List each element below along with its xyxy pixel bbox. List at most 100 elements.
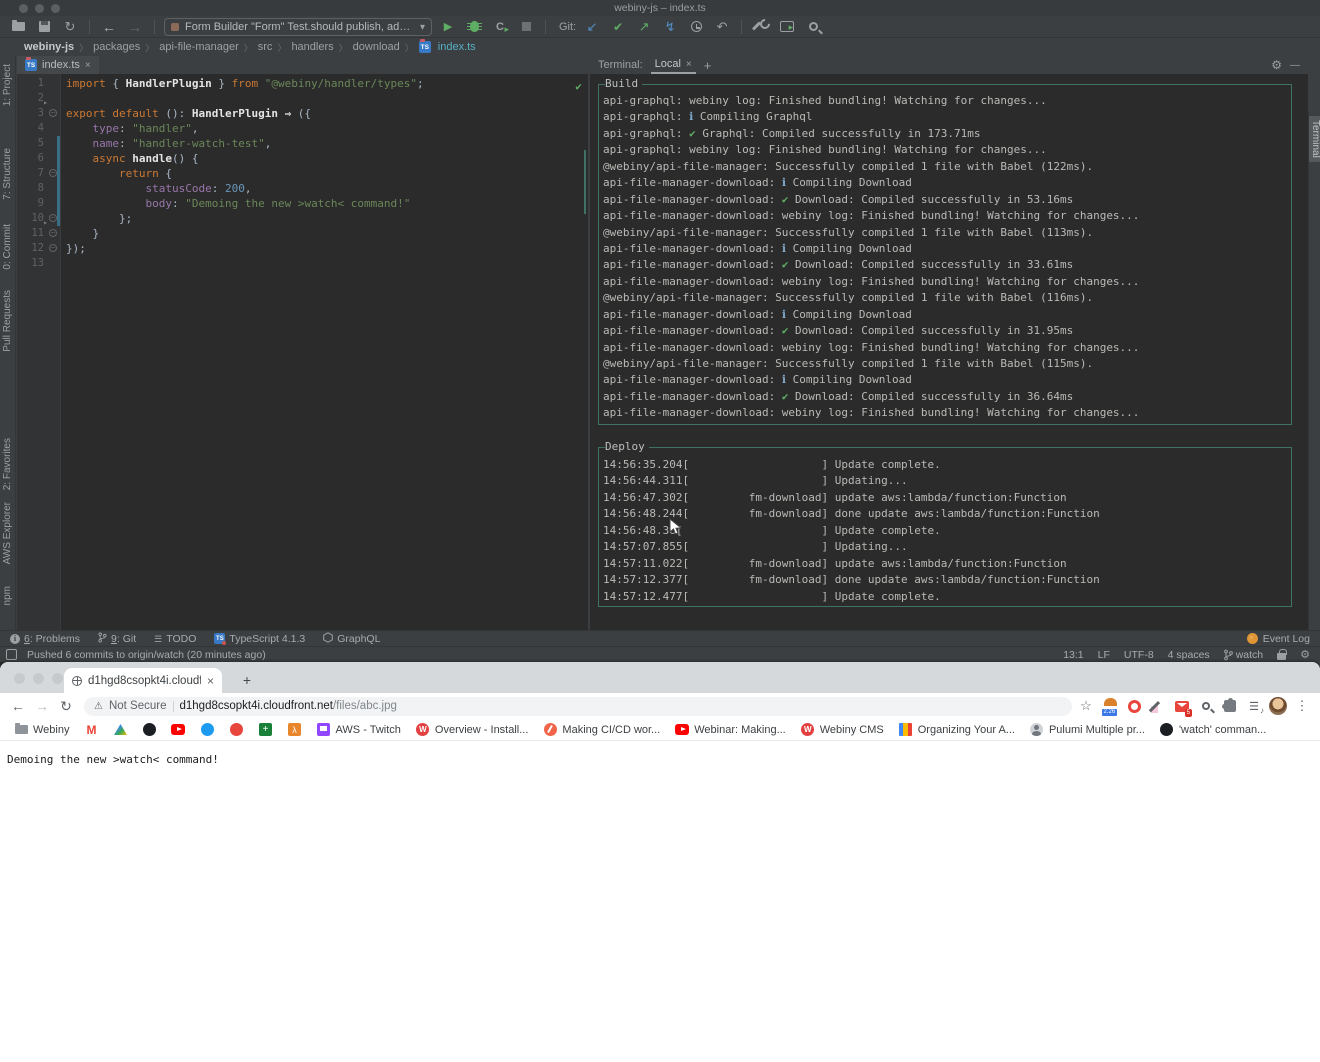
bookmark-item[interactable]: Pulumi Multiple pr... xyxy=(1030,723,1145,737)
close-icon[interactable]: × xyxy=(85,60,91,71)
sidebar-item-pull-requests[interactable]: Pull Requests xyxy=(2,290,13,352)
browser-reload-icon[interactable]: ↻ xyxy=(56,696,76,716)
search-icon[interactable] xyxy=(803,18,823,36)
breadcrumb-item[interactable]: handlers xyxy=(291,41,333,53)
preview-icon[interactable] xyxy=(777,18,797,36)
fold-icon[interactable]: − xyxy=(49,229,57,237)
zoom-window-button[interactable] xyxy=(52,673,63,684)
bottom-bar-item-todo[interactable]: TODO xyxy=(154,633,196,645)
fold-icon[interactable]: − xyxy=(49,109,57,117)
encoding-indicator[interactable]: UTF-8 xyxy=(1124,649,1154,661)
bookmark-item[interactable]: Organizing Your A... xyxy=(899,723,1015,737)
code-line: statusCode: 200, xyxy=(61,181,588,196)
breadcrumb-item[interactable]: src xyxy=(258,41,273,53)
extension-aws-cost-icon[interactable]: 2.26 xyxy=(1100,695,1120,717)
caret-position[interactable]: 13:1 xyxy=(1063,649,1083,661)
bottom-bar-item-problems[interactable]: i6: Problems xyxy=(10,633,80,645)
bookmark-item[interactable]: + xyxy=(258,723,272,737)
breadcrumb-item[interactable]: webiny-js xyxy=(24,41,74,53)
bookmark-item[interactable] xyxy=(171,723,185,737)
tool-window-terminal-button[interactable]: Terminal xyxy=(1309,116,1320,162)
sidebar-item-0-commit[interactable]: 0: Commit xyxy=(2,224,13,270)
close-tab-icon[interactable] xyxy=(207,674,214,688)
extension-reader-icon[interactable] xyxy=(1196,695,1216,717)
profile-avatar[interactable] xyxy=(1268,695,1288,717)
bookmark-item[interactable]: Webiny xyxy=(14,723,69,737)
git-branch-widget[interactable]: watch xyxy=(1224,649,1263,661)
new-tab-button[interactable]: + xyxy=(238,671,256,689)
code-editor[interactable]: ▸ ▸ 123−4567−8910−11−12−13 import { Hand… xyxy=(17,74,588,630)
tool-window-switcher-icon[interactable] xyxy=(6,649,17,660)
minimize-panel-icon[interactable] xyxy=(1290,59,1300,71)
bookmark-item[interactable]: WOverview - Install... xyxy=(416,723,529,737)
extension-gmail-icon[interactable]: 5 xyxy=(1172,695,1192,717)
bookmark-item[interactable] xyxy=(200,723,214,737)
history-icon[interactable] xyxy=(686,18,706,36)
bookmark-item[interactable]: Webinar: Making... xyxy=(675,723,786,737)
bookmark-item[interactable]: AWS - Twitch xyxy=(316,723,400,737)
line-ending-indicator[interactable]: LF xyxy=(1098,649,1110,661)
fold-icon[interactable]: − xyxy=(49,244,57,252)
open-folder-icon[interactable] xyxy=(8,18,28,36)
back-icon[interactable] xyxy=(99,18,119,36)
settings-gear-icon[interactable] xyxy=(1300,648,1310,661)
terminal-tab-local[interactable]: Local × xyxy=(651,56,696,74)
git-commit-icon[interactable] xyxy=(608,18,628,36)
browser-tab[interactable]: d1hgd8csopkt4i.cloudfront.ne xyxy=(64,668,222,693)
extension-puzzle-icon[interactable] xyxy=(1220,695,1240,717)
run-config-select[interactable]: Form Builder "Form" Test.should publish,… xyxy=(164,18,432,36)
bottom-bar-item-ts[interactable]: TSTypeScript 4.1.3 xyxy=(214,633,305,645)
extension-media-list-icon[interactable] xyxy=(1244,695,1264,717)
minimize-window-button[interactable] xyxy=(33,673,44,684)
sidebar-item-1-project[interactable]: 1: Project xyxy=(2,64,13,106)
close-icon[interactable]: × xyxy=(686,59,692,70)
breadcrumb-file[interactable]: index.ts xyxy=(438,41,476,53)
new-terminal-icon[interactable] xyxy=(704,58,712,73)
extension-opera-icon[interactable] xyxy=(1124,695,1144,717)
bookmark-item[interactable] xyxy=(142,723,156,737)
browser-back-icon[interactable]: ← xyxy=(8,696,28,716)
fold-icon[interactable]: − xyxy=(49,214,57,222)
bookmark-item[interactable] xyxy=(229,723,243,737)
sidebar-item-2-favorites[interactable]: 2: Favorites xyxy=(2,438,13,490)
sidebar-item-aws-explorer[interactable]: AWS Explorer xyxy=(2,502,13,564)
extension-eyedropper-icon[interactable] xyxy=(1148,695,1168,717)
run-button[interactable] xyxy=(438,18,458,36)
fold-icon[interactable]: − xyxy=(49,169,57,177)
bookmark-item[interactable]: WWebiny CMS xyxy=(801,723,884,737)
git-push-icon[interactable] xyxy=(634,18,654,36)
terminal-body[interactable]: Build api-graphql: webiny log: Finished … xyxy=(590,74,1308,630)
code-pane[interactable]: import { HandlerPlugin } from "@webiny/h… xyxy=(61,74,588,630)
tab-index-ts[interactable]: TS index.ts × xyxy=(17,56,99,74)
address-bar[interactable]: Not Secure d1hgd8csopkt4i.cloudfront.net… xyxy=(84,697,1072,716)
bookmark-item[interactable]: M xyxy=(84,723,98,737)
bookmark-label: 'watch' comman... xyxy=(1179,724,1266,736)
sidebar-item-7-structure[interactable]: 7: Structure xyxy=(2,148,13,200)
bookmark-item[interactable]: λ xyxy=(287,723,301,737)
breadcrumb-item[interactable]: api-file-manager xyxy=(159,41,238,53)
save-icon[interactable] xyxy=(34,18,54,36)
gear-icon[interactable] xyxy=(1271,58,1282,72)
git-fetch-icon[interactable] xyxy=(660,18,680,36)
sync-icon[interactable] xyxy=(60,18,80,36)
bottom-bar-item-graphql[interactable]: GraphQL xyxy=(323,632,380,646)
bookmark-item[interactable] xyxy=(113,723,127,737)
bookmark-item[interactable]: Making CI/CD wor... xyxy=(543,723,660,737)
git-update-icon[interactable] xyxy=(582,18,602,36)
bookmark-item[interactable]: 'watch' comman... xyxy=(1160,723,1266,737)
lock-icon[interactable] xyxy=(1277,653,1286,660)
wrench-icon[interactable] xyxy=(751,18,771,36)
indent-indicator[interactable]: 4 spaces xyxy=(1168,649,1210,661)
coverage-run-button[interactable] xyxy=(490,18,510,36)
rollback-icon[interactable] xyxy=(712,18,732,36)
browser-menu-icon[interactable] xyxy=(1292,695,1312,717)
event-log-button[interactable]: Event Log xyxy=(1247,633,1310,645)
breadcrumb-item[interactable]: download xyxy=(353,41,400,53)
breadcrumb-item[interactable]: packages xyxy=(93,41,140,53)
terminal-panel: Terminal: Local × Build api-graphql: web… xyxy=(590,56,1308,630)
close-window-button[interactable] xyxy=(14,673,25,684)
sidebar-item-npm[interactable]: npm xyxy=(2,586,13,605)
bottom-bar-item-git[interactable]: 9: Git xyxy=(98,632,136,646)
debug-button[interactable] xyxy=(464,18,484,36)
bookmark-star-icon[interactable] xyxy=(1076,695,1096,717)
